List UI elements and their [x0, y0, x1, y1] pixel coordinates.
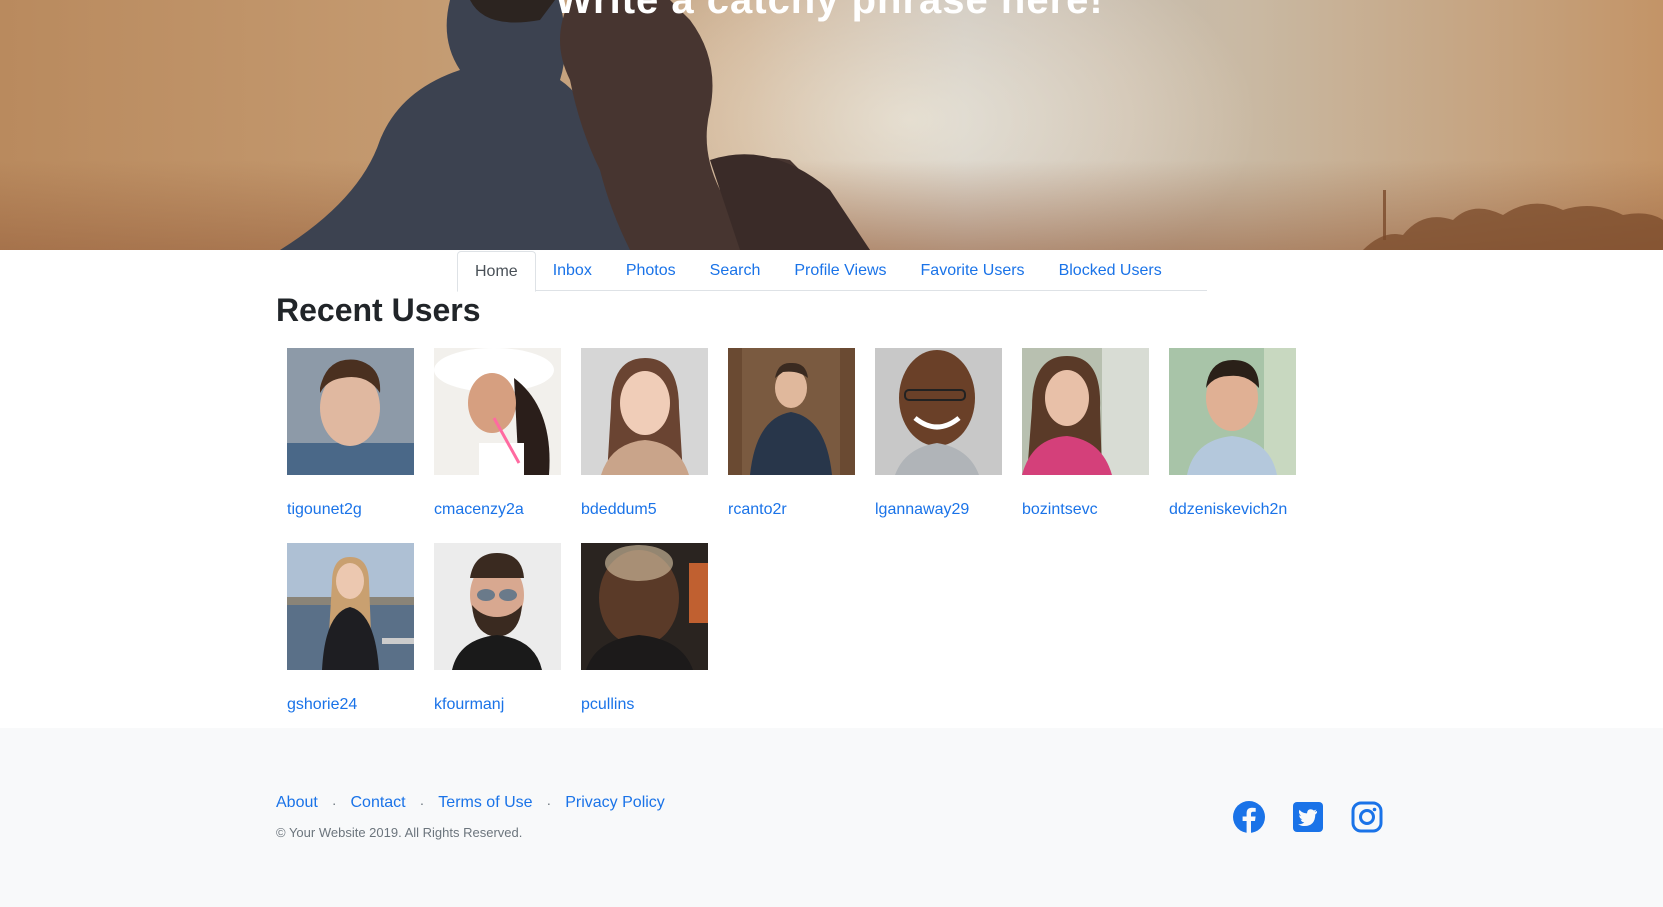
- tab-search[interactable]: Search: [693, 251, 778, 291]
- user-card: lgannaway29: [875, 348, 1002, 519]
- tab-profile-views[interactable]: Profile Views: [777, 251, 903, 291]
- footer-separator: ·: [546, 795, 552, 811]
- recent-users-title: Recent Users: [276, 292, 481, 328]
- user-username-link[interactable]: gshorie24: [287, 696, 414, 714]
- user-avatar[interactable]: [287, 543, 414, 670]
- user-card: gshorie24: [287, 543, 414, 714]
- user-card: ddzeniskevich2n: [1169, 348, 1296, 519]
- hero-couple-image: [280, 0, 870, 250]
- facebook-icon[interactable]: [1232, 800, 1266, 834]
- footer-link-contact[interactable]: Contact: [350, 794, 405, 812]
- user-avatar[interactable]: [581, 543, 708, 670]
- user-avatar[interactable]: [434, 348, 561, 475]
- user-username-link[interactable]: kfourmanj: [434, 696, 561, 714]
- user-avatar[interactable]: [581, 348, 708, 475]
- footer-separator: ·: [331, 795, 337, 811]
- user-username-link[interactable]: ddzeniskevich2n: [1169, 501, 1296, 519]
- user-card: kfourmanj: [434, 543, 561, 714]
- user-avatar[interactable]: [434, 543, 561, 670]
- user-username-link[interactable]: bozintsevc: [1022, 501, 1149, 519]
- copyright-text: © Your Website 2019. All Rights Reserved…: [276, 825, 523, 840]
- footer-link-terms[interactable]: Terms of Use: [438, 794, 532, 812]
- footer-links: About · Contact · Terms of Use · Privacy…: [276, 794, 665, 812]
- user-avatar[interactable]: [875, 348, 1002, 475]
- footer-link-privacy[interactable]: Privacy Policy: [565, 794, 665, 812]
- user-username-link[interactable]: pcullins: [581, 696, 708, 714]
- user-avatar[interactable]: [728, 348, 855, 475]
- footer: About · Contact · Terms of Use · Privacy…: [0, 728, 1663, 907]
- twitter-icon[interactable]: [1291, 800, 1325, 834]
- footer-separator: ·: [419, 795, 425, 811]
- user-username-link[interactable]: lgannaway29: [875, 501, 1002, 519]
- tab-home[interactable]: Home: [457, 251, 536, 292]
- tab-inbox[interactable]: Inbox: [536, 251, 609, 291]
- tab-blocked-users[interactable]: Blocked Users: [1042, 251, 1179, 291]
- user-card: cmacenzy2a: [434, 348, 561, 519]
- user-avatar[interactable]: [1022, 348, 1149, 475]
- user-username-link[interactable]: bdeddum5: [581, 501, 708, 519]
- user-avatar[interactable]: [287, 348, 414, 475]
- user-card: pcullins: [581, 543, 708, 714]
- user-avatar[interactable]: [1169, 348, 1296, 475]
- profile-tabs: Home Inbox Photos Search Profile Views F…: [457, 251, 1207, 292]
- tab-photos[interactable]: Photos: [609, 251, 693, 291]
- footer-link-about[interactable]: About: [276, 794, 318, 812]
- hero-banner: Write a catchy phrase here!: [0, 0, 1663, 250]
- user-username-link[interactable]: rcanto2r: [728, 501, 855, 519]
- hero-trees: [1363, 190, 1663, 250]
- hero-title: Write a catchy phrase here!: [555, 0, 1104, 22]
- user-card: bozintsevc: [1022, 348, 1149, 519]
- user-card: bdeddum5: [581, 348, 708, 519]
- user-card: rcanto2r: [728, 348, 855, 519]
- instagram-icon[interactable]: [1350, 800, 1384, 834]
- user-card: tigounet2g: [287, 348, 414, 519]
- user-username-link[interactable]: cmacenzy2a: [434, 501, 561, 519]
- tab-favorite-users[interactable]: Favorite Users: [904, 251, 1042, 291]
- user-username-link[interactable]: tigounet2g: [287, 501, 414, 519]
